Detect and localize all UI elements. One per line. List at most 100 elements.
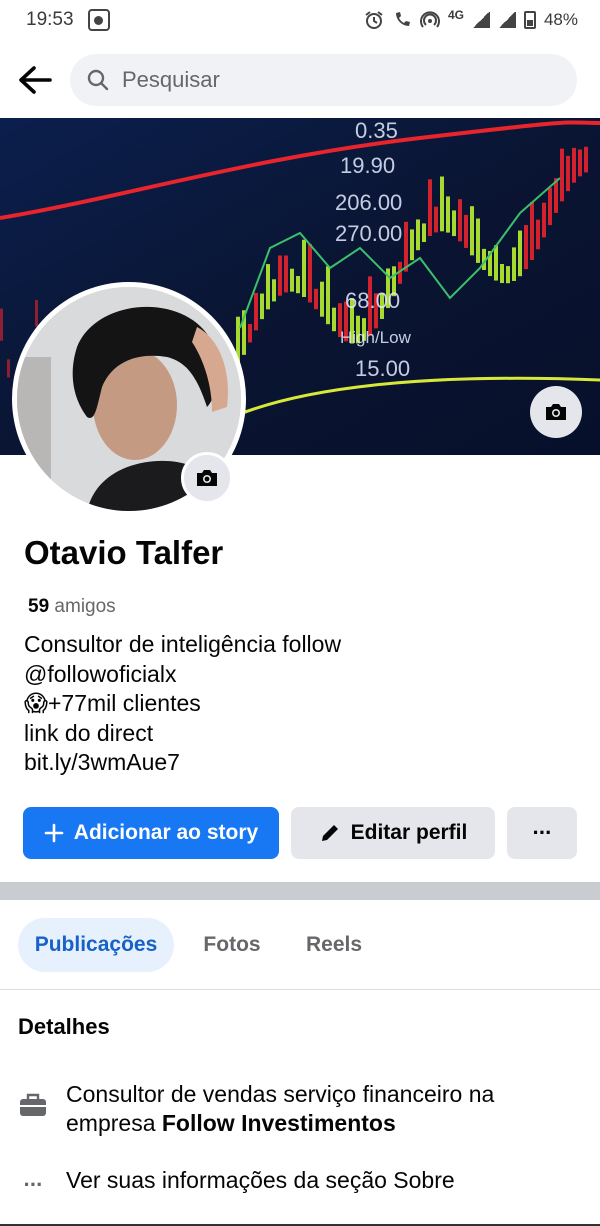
cover-candle: [500, 263, 504, 284]
section-divider: [0, 882, 600, 900]
cover-candle: [470, 206, 474, 256]
plus-icon: [44, 823, 64, 843]
screen-record-icon: [87, 9, 110, 31]
about-link-text: Ver suas informações da seção Sobre: [66, 1167, 455, 1193]
status-time: 19:53: [26, 9, 74, 30]
cover-candle: [248, 324, 252, 343]
cover-candle: [7, 359, 10, 378]
bio-line: 😱+77mil clientes: [24, 690, 201, 716]
alarm-icon: [365, 11, 383, 29]
cover-candle: [440, 176, 444, 232]
tab-publicacoes[interactable]: Publicações: [18, 918, 174, 972]
friends-label: amigos: [54, 596, 116, 617]
tab-fotos[interactable]: Fotos: [186, 918, 278, 972]
briefcase-icon: [20, 1093, 46, 1116]
bio-line: @followoficialx: [24, 660, 177, 687]
cover-candle: [320, 281, 324, 317]
cover-ticker-4: 270.00: [335, 221, 402, 246]
cover-candle: [542, 202, 546, 238]
cover-candle: [452, 210, 456, 237]
cover-candle: [332, 307, 336, 332]
cover-candle: [272, 279, 276, 302]
search-icon: [87, 69, 109, 91]
pencil-icon: [321, 825, 338, 841]
cover-candle: [494, 245, 498, 281]
cover-candle: [254, 292, 258, 331]
cover-candle: [302, 239, 306, 297]
battery-icon: [523, 11, 536, 29]
cover-candle: [446, 196, 450, 233]
more-icon: ···: [532, 820, 553, 845]
details-heading: Detalhes: [18, 1014, 110, 1039]
cover-candle: [434, 206, 438, 233]
cover-candle: [0, 308, 3, 341]
cover-candle: [548, 187, 552, 226]
edit-profile-label: Editar perfil: [350, 821, 468, 844]
cover-ticker-3: 206.00: [335, 190, 402, 215]
tab-reels[interactable]: Reels: [290, 918, 378, 972]
more-dots-icon: ···: [23, 1172, 44, 1197]
add-to-story-button[interactable]: Adicionar ao story: [23, 807, 279, 859]
bio-link[interactable]: bit.ly/3wmAue7: [24, 748, 341, 778]
bio-line: Consultor de inteligência follow: [24, 631, 342, 657]
cover-ticker-2: 19.90: [340, 153, 395, 178]
profile-tabs: Publicações Fotos Reels: [0, 918, 600, 974]
cover-candle: [530, 202, 534, 261]
edit-profile-picture-button[interactable]: [181, 452, 233, 504]
cover-candle: [476, 218, 480, 263]
about-link-row[interactable]: ··· Ver suas informações da seção Sobre: [18, 1166, 455, 1199]
more-options-button[interactable]: ···: [507, 807, 577, 859]
cover-candle: [308, 243, 312, 303]
friends-number: 59: [28, 596, 50, 617]
network-type: 4G: [447, 8, 464, 22]
signal-icon: [471, 12, 490, 28]
cover-ticker-6: High/Low: [340, 328, 412, 347]
cover-candle: [416, 219, 420, 251]
cover-candle: [518, 230, 522, 277]
edit-cover-button[interactable]: [530, 386, 582, 438]
profile-bio: Consultor de inteligência follow @follow…: [24, 630, 341, 778]
cover-candle: [578, 149, 582, 177]
cover-ticker-5: 68.00: [345, 288, 400, 313]
cover-candle: [428, 179, 432, 237]
cover-candle: [404, 221, 408, 272]
work-company[interactable]: Follow Investimentos: [162, 1110, 396, 1136]
hotspot-icon: [420, 11, 440, 28]
add-to-story-label: Adicionar ao story: [73, 821, 259, 844]
battery-level: 48%: [543, 10, 578, 29]
cover-candle: [512, 247, 516, 281]
cover-candle: [464, 214, 468, 248]
cover-candle: [314, 288, 318, 310]
work-detail: Consultor de vendas serviço financeiro n…: [18, 1080, 578, 1138]
edit-profile-button[interactable]: Editar perfil: [291, 807, 495, 859]
camera-icon: [546, 404, 566, 420]
bio-line: link do direct: [24, 719, 154, 746]
cover-candle: [35, 299, 38, 327]
back-button[interactable]: [0, 52, 70, 108]
cover-candle: [572, 147, 576, 183]
cover-candle: [278, 255, 282, 296]
cover-candle: [560, 148, 564, 202]
back-arrow-icon: [19, 66, 52, 94]
cover-candle: [506, 266, 510, 284]
search-bar[interactable]: [70, 54, 577, 106]
cover-candle: [422, 223, 426, 243]
cover-candle: [584, 146, 588, 173]
status-bar: 19:53 4G 48%: [0, 0, 600, 40]
camera-icon: [197, 470, 217, 486]
tabs-divider: [0, 989, 600, 990]
cover-candle: [260, 293, 264, 320]
cover-candle: [536, 219, 540, 250]
cover-candle: [524, 225, 528, 270]
cover-candle: [284, 255, 288, 293]
profile-name: Otavio Talfer: [24, 534, 224, 571]
cover-candle: [458, 199, 462, 242]
signal-icon-2: [497, 12, 516, 28]
friends-count[interactable]: 59 amigos: [28, 596, 116, 618]
cover-ticker-7: 15.00: [355, 356, 410, 381]
cover-candle: [566, 155, 570, 192]
cover-candle: [296, 275, 300, 294]
cover-candle: [326, 266, 330, 325]
volte-icon: [395, 12, 410, 26]
search-input[interactable]: [122, 67, 522, 93]
